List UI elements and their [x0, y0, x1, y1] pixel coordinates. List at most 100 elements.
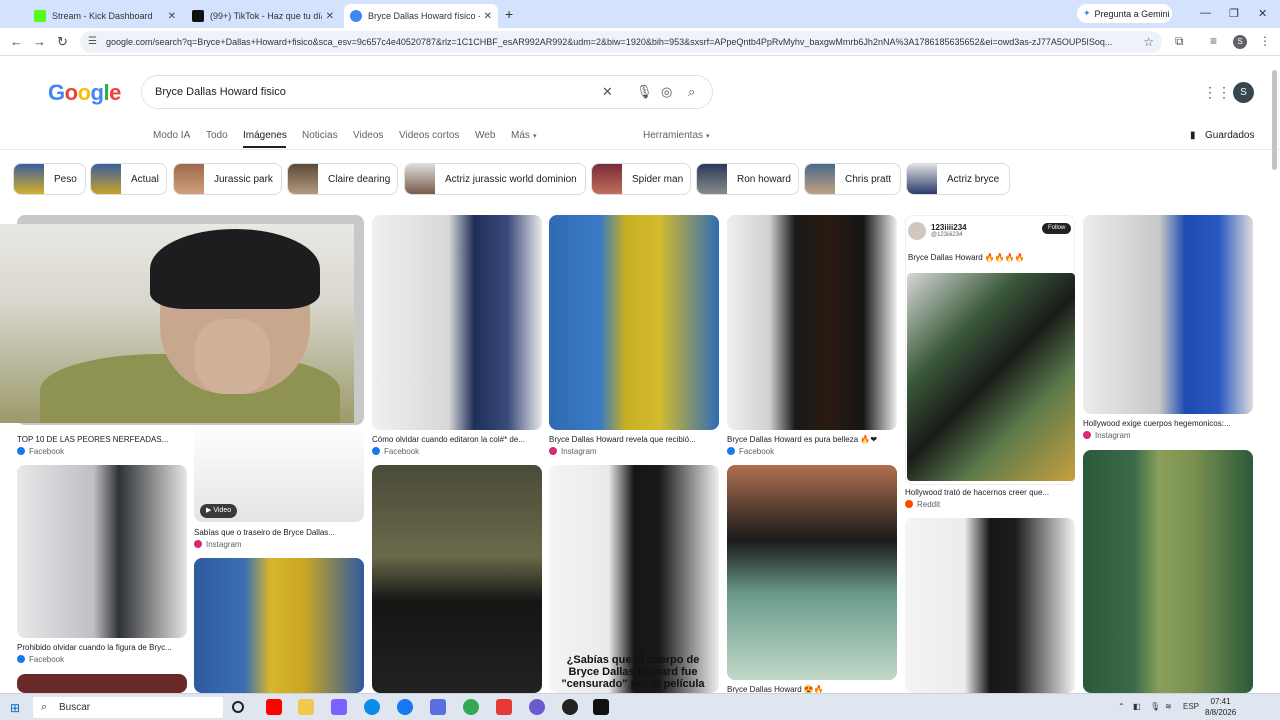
result-caption[interactable]: Sabías que o traseiro de Bryce Dallas...: [194, 528, 364, 537]
app-icon[interactable]: [562, 699, 578, 715]
minimize-icon[interactable]: —: [1200, 7, 1211, 19]
app-icon[interactable]: [529, 699, 545, 715]
bookmark-star-icon[interactable]: ☆: [1143, 31, 1154, 53]
image-result[interactable]: [17, 465, 187, 638]
tab-tiktok[interactable]: (99+) TikTok - Haz que tu día se ✕: [186, 4, 340, 28]
tab-mas[interactable]: Más: [511, 130, 530, 141]
result-source[interactable]: Instagram: [1083, 431, 1131, 440]
tab-modo-ia[interactable]: Modo IA: [153, 130, 190, 141]
chip-claire-dearing[interactable]: Claire dearing: [287, 163, 398, 195]
result-caption[interactable]: Cómo olvidar cuando editaron la col#* de…: [372, 435, 542, 444]
chip-spider-man[interactable]: Spider man: [591, 163, 691, 195]
search-box[interactable]: Bryce Dallas Howard fisico ✕ 🎙 ◎ ⌕: [141, 75, 713, 109]
tab-noticias[interactable]: Noticias: [302, 130, 338, 141]
reload-icon[interactable]: ↻: [57, 34, 68, 50]
site-info-icon[interactable]: ☰: [88, 31, 97, 53]
tab-videos-cortos[interactable]: Videos cortos: [399, 130, 459, 141]
search-input[interactable]: Bryce Dallas Howard fisico: [155, 86, 286, 98]
result-source[interactable]: Facebook: [727, 447, 774, 456]
lens-icon[interactable]: ◎: [661, 84, 672, 100]
chip-peso[interactable]: Peso: [13, 163, 86, 195]
network-icon[interactable]: ◧: [1133, 702, 1141, 711]
taskbar-search[interactable]: ⌕ Buscar: [33, 697, 223, 718]
wifi-icon[interactable]: ≋: [1165, 702, 1172, 711]
result-caption[interactable]: Hollywood exige cuerpos hegemonicos:...: [1083, 419, 1253, 428]
result-source[interactable]: Facebook: [372, 447, 419, 456]
chrome-icon[interactable]: [463, 699, 479, 715]
app-icon[interactable]: [430, 699, 446, 715]
result-caption[interactable]: Bryce Dallas Howard es pura belleza 🔥❤: [727, 435, 897, 444]
image-result[interactable]: [194, 558, 364, 693]
chip-actual[interactable]: Actual: [90, 163, 167, 195]
file-explorer-icon[interactable]: [298, 699, 314, 715]
tab-todo[interactable]: Todo: [206, 130, 228, 141]
image-result[interactable]: [907, 273, 1075, 481]
search-icon[interactable]: ⌕: [688, 84, 695, 100]
image-result[interactable]: [549, 215, 719, 430]
result-caption[interactable]: TOP 10 DE LAS PEORES NERFEADAS...: [17, 435, 187, 444]
result-caption[interactable]: Bryce Dallas Howard revela que recibió..…: [549, 435, 719, 444]
result-source[interactable]: Facebook: [17, 655, 64, 664]
chip-jurassic-park[interactable]: Jurassic park: [173, 163, 282, 195]
edge-icon[interactable]: [364, 699, 380, 715]
close-tab-icon[interactable]: ✕: [168, 11, 176, 22]
chip-ron-howard[interactable]: Ron howard: [696, 163, 799, 195]
result-source[interactable]: Instagram: [194, 540, 242, 549]
result-caption[interactable]: Hollywood trató de hacernos creer que...: [905, 488, 1075, 497]
mic-icon[interactable]: 🎙: [1150, 702, 1160, 711]
app-icon[interactable]: [496, 699, 512, 715]
close-tab-icon[interactable]: ✕: [484, 11, 492, 22]
cortana-icon[interactable]: [232, 701, 244, 713]
image-result[interactable]: [727, 465, 897, 680]
back-icon[interactable]: ←: [10, 34, 23, 49]
new-tab-button[interactable]: +: [505, 6, 513, 22]
browser-profile-avatar[interactable]: S: [1233, 35, 1247, 49]
extensions-icon[interactable]: ⧉: [1175, 34, 1184, 49]
result-source[interactable]: Instagram: [549, 447, 597, 456]
menu-icon[interactable]: ⋮: [1259, 34, 1271, 48]
chip-chris-pratt[interactable]: Chris pratt: [804, 163, 901, 195]
image-result[interactable]: [1083, 450, 1253, 693]
image-result[interactable]: [1083, 215, 1253, 414]
tab-imagenes[interactable]: Imágenes: [243, 130, 287, 141]
result-source[interactable]: Facebook: [17, 447, 64, 456]
source-label: Facebook: [384, 447, 420, 456]
tray-chevron-icon[interactable]: ⌃: [1118, 702, 1125, 711]
saved-button[interactable]: Guardados: [1205, 130, 1254, 141]
image-result[interactable]: [905, 518, 1075, 693]
clear-icon[interactable]: ✕: [602, 84, 613, 100]
facebook-app-icon[interactable]: [397, 699, 413, 715]
tab-web[interactable]: Web: [475, 130, 495, 141]
chip-actriz-bryce[interactable]: Actriz bryce: [906, 163, 1010, 195]
maximize-icon[interactable]: ❐: [1229, 7, 1239, 20]
obs-icon[interactable]: [593, 699, 609, 715]
image-result[interactable]: [372, 465, 542, 693]
microphone-icon[interactable]: 🎙: [636, 84, 653, 100]
image-result[interactable]: [17, 674, 187, 693]
scrollbar-thumb[interactable]: [1272, 70, 1277, 170]
image-result[interactable]: [372, 215, 542, 430]
result-source[interactable]: Reddit: [905, 500, 940, 509]
url-field[interactable]: ☰ google.com/search?q=Bryce+Dallas+Howar…: [80, 31, 1162, 53]
gemini-button[interactable]: ✦ Pregunta a Gemini: [1077, 4, 1172, 23]
tab-kick[interactable]: Stream - Kick Dashboard ✕: [28, 4, 182, 28]
tab-google-search[interactable]: Bryce Dallas Howard físico - Bu ✕: [344, 4, 498, 28]
youtube-icon[interactable]: [266, 699, 282, 715]
result-caption[interactable]: Prohibido olvidar cuando la figura de Br…: [17, 643, 187, 652]
tools-button[interactable]: Herramientas: [643, 130, 703, 141]
google-logo[interactable]: Google: [48, 80, 121, 106]
language-indicator[interactable]: ESP: [1183, 702, 1199, 711]
image-result[interactable]: [727, 215, 897, 430]
tab-search-icon[interactable]: ≡: [1210, 34, 1217, 48]
post-username: 123iiii234: [931, 223, 967, 232]
chip-jurassic-world-dominion[interactable]: Actriz jurassic world dominion: [404, 163, 586, 195]
forward-icon[interactable]: →: [33, 34, 46, 49]
close-tab-icon[interactable]: ✕: [326, 11, 334, 22]
taskbar-clock[interactable]: 07:41 8/8/2026: [1205, 696, 1236, 718]
close-window-icon[interactable]: ✕: [1258, 7, 1267, 20]
tab-videos[interactable]: Videos: [353, 130, 383, 141]
account-avatar[interactable]: S: [1233, 82, 1254, 103]
copilot-icon[interactable]: [331, 699, 347, 715]
windows-start-icon[interactable]: ⊞: [10, 701, 20, 715]
follow-button[interactable]: Follow: [1042, 223, 1072, 234]
